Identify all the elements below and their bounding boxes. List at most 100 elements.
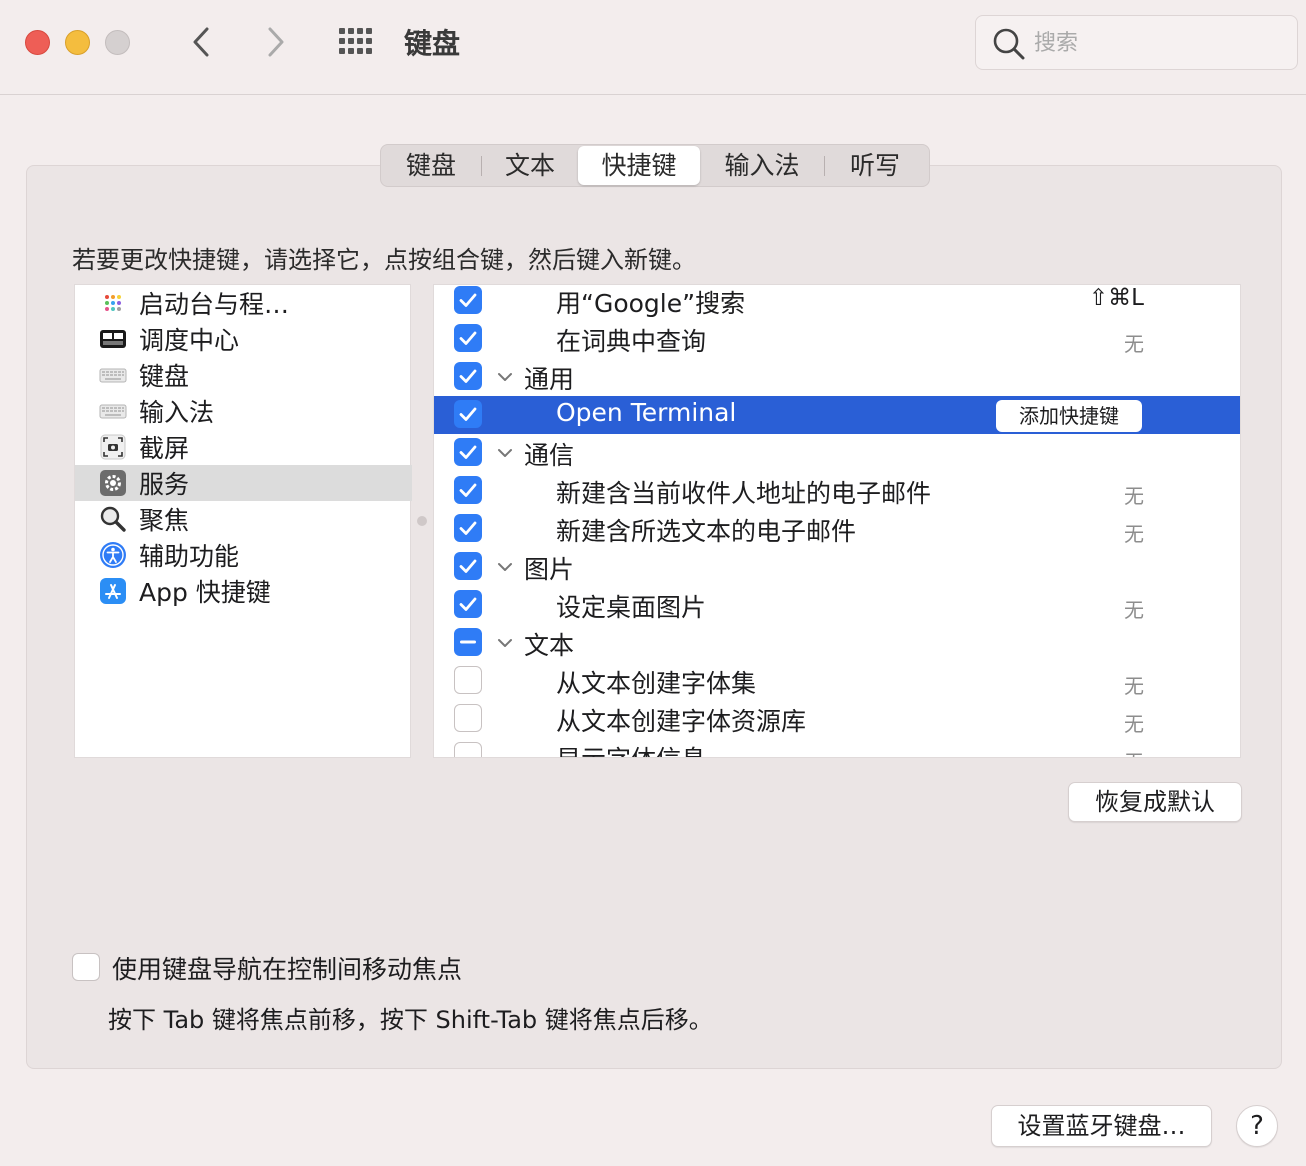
search-field[interactable]: [975, 15, 1298, 70]
forward-button[interactable]: [256, 22, 296, 62]
zoom-window-button[interactable]: [105, 30, 130, 55]
group-row[interactable]: 通用: [434, 358, 1240, 396]
enable-checkbox[interactable]: [454, 514, 482, 542]
enable-checkbox[interactable]: [454, 704, 482, 732]
checkmark-icon: [459, 559, 477, 573]
spotlight-icon: [100, 506, 126, 532]
minus-icon: [460, 640, 476, 644]
chevron-down-icon[interactable]: [496, 636, 514, 650]
shortcut-keys[interactable]: 无: [1124, 518, 1144, 547]
category-input-sources[interactable]: 输入法: [75, 393, 412, 429]
tab-input-sources[interactable]: 输入法: [700, 146, 824, 185]
category-label: 服务: [139, 470, 190, 499]
checkmark-icon: [459, 445, 477, 459]
shortcut-keys[interactable]: ⇧⌘L: [1089, 285, 1144, 311]
shortcut-row[interactable]: 设定桌面图片 无: [434, 586, 1240, 624]
tab-shortcuts[interactable]: 快捷键: [578, 146, 700, 185]
enable-checkbox[interactable]: [454, 438, 482, 466]
chevron-left-icon: [193, 27, 209, 57]
show-all-button[interactable]: [337, 26, 377, 58]
add-shortcut-button[interactable]: 添加快捷键: [996, 400, 1142, 432]
accessibility-icon: [100, 542, 126, 568]
keyboard-navigation-checkbox[interactable]: [72, 953, 100, 981]
keyboard-icon: [99, 368, 127, 383]
chevron-down-icon[interactable]: [496, 446, 514, 460]
group-row[interactable]: 图片: [434, 548, 1240, 586]
shortcut-row[interactable]: 显示字体信息 无: [434, 738, 1240, 757]
shortcut-row[interactable]: 新建含当前收件人地址的电子邮件 无: [434, 472, 1240, 510]
category-spotlight[interactable]: 聚焦: [75, 501, 412, 537]
category-mission-control[interactable]: 调度中心: [75, 321, 412, 357]
category-label: 输入法: [139, 398, 215, 427]
keyboard-navigation-hint: 按下 Tab 键将焦点前移，按下 Shift-Tab 键将焦点后移。: [108, 1006, 713, 1034]
enable-checkbox-mixed[interactable]: [454, 628, 482, 656]
category-launchpad[interactable]: 启动台与程…: [75, 285, 412, 321]
checkmark-icon: [459, 597, 477, 611]
search-input[interactable]: [1034, 28, 1284, 58]
enable-checkbox[interactable]: [454, 286, 482, 314]
shortcut-list: 用“Google”搜索 ⇧⌘L 在词典中查询 无 通用 Open Termina…: [433, 284, 1241, 758]
screenshot-icon: [100, 434, 126, 460]
shortcut-row-selected[interactable]: Open Terminal 添加快捷键: [434, 396, 1240, 434]
category-screenshots[interactable]: 截屏: [75, 429, 412, 465]
category-keyboard[interactable]: 键盘: [75, 357, 412, 393]
grid-icon: [339, 28, 372, 54]
splitter-handle[interactable]: [417, 516, 427, 526]
enable-checkbox[interactable]: [454, 742, 482, 757]
enable-checkbox[interactable]: [454, 400, 482, 428]
shortcut-row[interactable]: 在词典中查询 无: [434, 320, 1240, 358]
group-row[interactable]: 文本: [434, 624, 1240, 662]
shortcut-keys[interactable]: 无: [1124, 594, 1144, 623]
enable-checkbox[interactable]: [454, 476, 482, 504]
shortcut-keys[interactable]: 无: [1124, 328, 1144, 357]
restore-defaults-button[interactable]: 恢复成默认: [1068, 782, 1242, 822]
shortcut-row[interactable]: 新建含所选文本的电子邮件 无: [434, 510, 1240, 548]
category-services[interactable]: 服务: [75, 465, 412, 501]
chevron-down-icon[interactable]: [496, 560, 514, 574]
chevron-right-icon: [268, 27, 284, 57]
back-button[interactable]: [182, 22, 222, 62]
category-accessibility[interactable]: 辅助功能: [75, 537, 412, 573]
minimize-window-button[interactable]: [65, 30, 90, 55]
enable-checkbox[interactable]: [454, 590, 482, 618]
chevron-down-icon[interactable]: [496, 370, 514, 384]
shortcut-label: 从文本创建字体集: [556, 669, 757, 698]
group-label: 文本: [524, 631, 575, 660]
title-bar: 键盘: [0, 0, 1306, 95]
shortcut-row[interactable]: 从文本创建字体集 无: [434, 662, 1240, 700]
help-button[interactable]: ?: [1236, 1105, 1278, 1147]
checkmark-icon: [459, 293, 477, 307]
input-source-icon: [99, 404, 127, 419]
close-window-button[interactable]: [25, 30, 50, 55]
shortcut-row[interactable]: 用“Google”搜索 ⇧⌘L: [434, 285, 1240, 320]
enable-checkbox[interactable]: [454, 666, 482, 694]
category-app-shortcuts[interactable]: App 快捷键: [75, 573, 412, 609]
category-label: App 快捷键: [139, 578, 271, 607]
tab-keyboard[interactable]: 键盘: [381, 146, 481, 185]
group-row[interactable]: 通信: [434, 434, 1240, 472]
enable-checkbox[interactable]: [454, 362, 482, 390]
shortcut-row[interactable]: 从文本创建字体资源库 无: [434, 700, 1240, 738]
tab-dictation[interactable]: 听写: [825, 146, 925, 185]
shortcut-keys[interactable]: 无: [1124, 708, 1144, 737]
checkmark-icon: [459, 331, 477, 345]
shortcut-keys[interactable]: 无: [1124, 670, 1144, 699]
window-title: 键盘: [404, 27, 461, 60]
checkmark-icon: [459, 483, 477, 497]
shortcut-keys[interactable]: 无: [1124, 746, 1144, 757]
category-list: 启动台与程… 调度中心 键盘 输入法 截屏 服务 聚焦 辅助功能 App 快捷键: [74, 284, 412, 758]
enable-checkbox[interactable]: [454, 324, 482, 352]
tab-text[interactable]: 文本: [482, 146, 578, 185]
shortcut-label: 设定桌面图片: [556, 593, 707, 622]
checkmark-icon: [459, 521, 477, 535]
shortcut-label: 新建含所选文本的电子邮件: [556, 517, 857, 546]
category-label: 调度中心: [139, 326, 240, 355]
search-icon: [993, 28, 1025, 60]
tab-bar: 键盘 文本 快捷键 输入法 听写: [380, 144, 930, 187]
setup-bluetooth-keyboard-button[interactable]: 设置蓝牙键盘…: [991, 1105, 1212, 1147]
instruction-text: 若要更改快捷键，请选择它，点按组合键，然后键入新键。: [72, 246, 696, 274]
gear-icon: [100, 470, 126, 496]
enable-checkbox[interactable]: [454, 552, 482, 580]
keyboard-navigation-label: 使用键盘导航在控制间移动焦点: [112, 955, 463, 984]
shortcut-keys[interactable]: 无: [1124, 480, 1144, 509]
